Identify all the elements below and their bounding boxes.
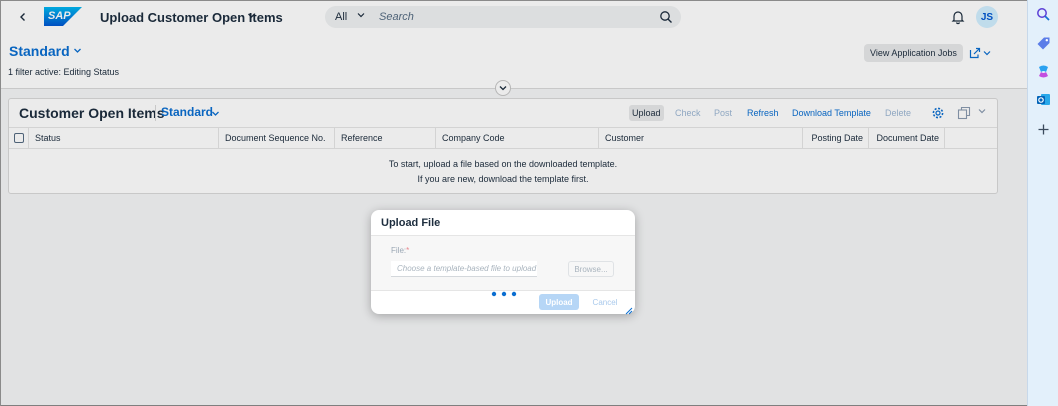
resize-handle-icon[interactable] [625,304,633,315]
copilot-search-icon[interactable] [1036,7,1051,22]
dialog-title: Upload File [381,217,441,229]
dialog-upload-button[interactable]: Upload [539,294,579,310]
dialog-footer-divider [371,290,635,291]
browse-button[interactable]: Browse... [568,261,614,277]
outlook-icon[interactable] [1036,92,1051,107]
busy-indicator-icon [491,286,517,297]
dialog-content: File:* Browse... [371,236,635,297]
file-label: File:* [391,246,409,255]
upload-file-dialog: Upload File File:* Browse... Upload Canc… [371,210,635,315]
dialog-cancel-button[interactable]: Cancel [587,294,623,310]
file-input[interactable] [391,261,537,277]
file-label-text: File: [391,246,407,255]
required-mark: * [406,246,410,255]
add-icon[interactable] [1036,122,1051,137]
tag-icon[interactable] [1036,36,1051,51]
app-window: SAP Upload Customer Open Items All JS St… [0,0,1028,406]
modal-overlay [1,1,1028,406]
side-pane [1027,0,1058,406]
copilot-icon[interactable] [1036,64,1051,79]
